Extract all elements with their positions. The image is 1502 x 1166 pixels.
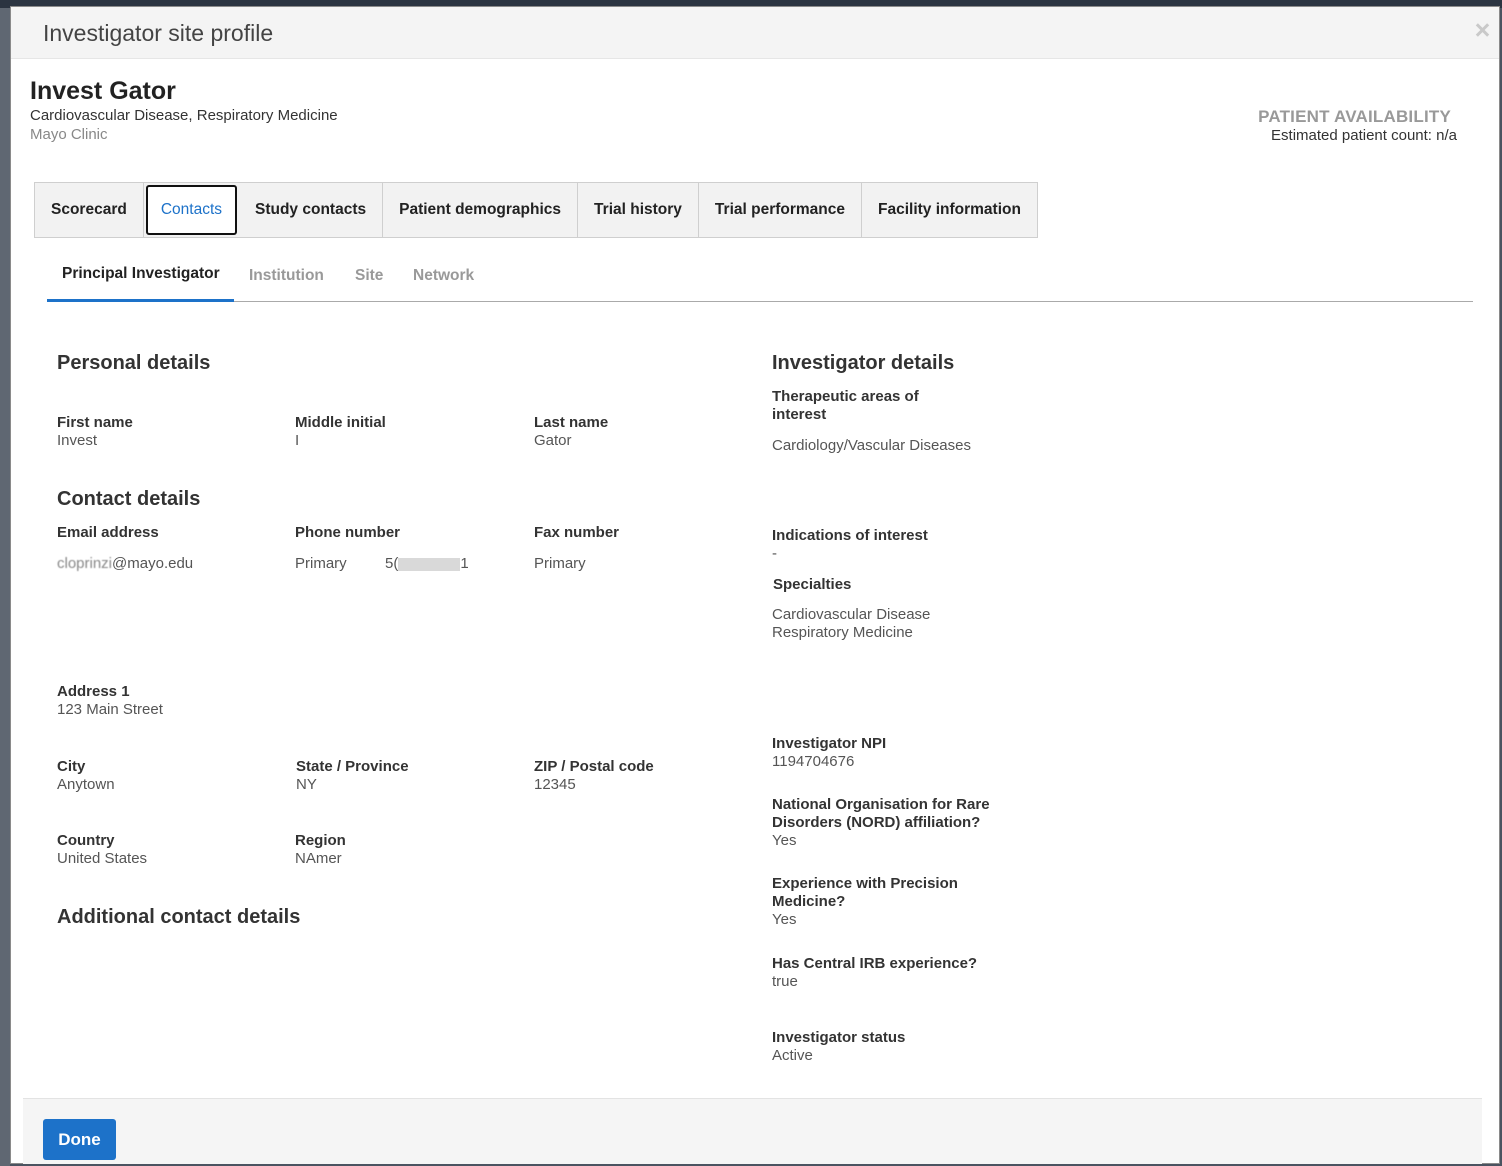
contact-details-heading: Contact details [57, 488, 201, 510]
region-label: Region [295, 832, 346, 849]
therapeutic-areas-label-line2: interest [772, 406, 827, 423]
email-value: cloprinzi@mayo.edu [57, 555, 193, 573]
therapeutic-areas-value: Cardiology/Vascular Diseases [772, 437, 971, 454]
state-value: NY [296, 776, 317, 793]
last-name-label: Last name [534, 414, 609, 431]
email-redacted-prefix: cloprinzi [57, 555, 113, 572]
precision-medicine-label-line2: Medicine? [772, 893, 846, 910]
additional-contact-details-heading: Additional contact details [57, 906, 301, 928]
contact-subtabs: Principal Investigator Institution Site … [47, 257, 1473, 302]
therapeutic-areas-label: Therapeutic areas of interest [772, 388, 919, 424]
therapeutic-areas-label-line1: Therapeutic areas of [772, 388, 919, 405]
tab-trial-performance[interactable]: Trial performance [698, 183, 862, 237]
tab-study-contacts[interactable]: Study contacts [239, 183, 384, 237]
middle-initial-value: I [295, 432, 300, 449]
subtab-principal-investigator[interactable]: Principal Investigator [62, 265, 220, 283]
investigator-status-label: Investigator status [772, 1029, 906, 1046]
investigator-status-value: Active [772, 1047, 813, 1064]
fax-label: Fax number [534, 524, 620, 541]
indications-label: Indications of interest [772, 527, 928, 544]
address1-value: 123 Main Street [57, 701, 163, 718]
tab-facility-information[interactable]: Facility information [862, 183, 1037, 237]
specialties-label: Specialties [773, 576, 852, 593]
patient-availability-count: Estimated patient count: n/a [1271, 127, 1457, 144]
first-name-value: Invest [57, 432, 98, 449]
phone-end: 1 [460, 555, 469, 572]
address1-label: Address 1 [57, 683, 130, 700]
email-domain: @mayo.edu [112, 555, 194, 572]
city-value: Anytown [57, 776, 115, 793]
profile-tabs: Scorecard Contacts Study contacts Patien… [34, 182, 1038, 238]
done-button[interactable]: Done [43, 1119, 116, 1160]
precision-medicine-value: Yes [772, 911, 797, 928]
tab-scorecard[interactable]: Scorecard [35, 183, 144, 237]
indications-value: - [772, 545, 777, 562]
phone-start: 5( [385, 555, 399, 572]
zip-label: ZIP / Postal code [534, 758, 654, 775]
specialty-1: Cardiovascular Disease [772, 606, 931, 623]
central-irb-label: Has Central IRB experience? [772, 955, 978, 972]
subtab-site[interactable]: Site [355, 267, 383, 285]
patient-availability-title: PATIENT AVAILABILITY [1258, 107, 1451, 126]
investigator-institution: Mayo Clinic [30, 126, 108, 143]
investigator-name: Invest Gator [30, 77, 176, 105]
tab-patient-demographics[interactable]: Patient demographics [383, 183, 579, 237]
country-label: Country [57, 832, 115, 849]
fax-type: Primary [534, 555, 586, 572]
state-label: State / Province [296, 758, 409, 775]
phone-type: Primary [295, 555, 347, 572]
investigator-profile-modal: Investigator site profile Invest Gator C… [10, 6, 1500, 1164]
investigator-specialties: Cardiovascular Disease, Respiratory Medi… [30, 107, 338, 124]
first-name-label: First name [57, 414, 133, 431]
modal-header: Investigator site profile [11, 7, 1499, 59]
subtab-network[interactable]: Network [413, 267, 474, 285]
phone-label: Phone number [295, 524, 401, 541]
middle-initial-label: Middle initial [295, 414, 386, 431]
nord-value: Yes [772, 832, 797, 849]
tab-trial-history[interactable]: Trial history [578, 183, 699, 237]
last-name-value: Gator [534, 432, 572, 449]
central-irb-value: true [772, 973, 798, 990]
app-backdrop [0, 8, 10, 1166]
country-value: United States [57, 850, 148, 867]
precision-medicine-label: Experience with Precision Medicine? [772, 875, 958, 911]
investigator-details-heading: Investigator details [772, 352, 955, 374]
npi-label: Investigator NPI [772, 735, 887, 752]
region-value: NAmer [295, 850, 342, 867]
precision-medicine-label-line1: Experience with Precision [772, 875, 958, 892]
city-label: City [57, 758, 86, 775]
specialty-2: Respiratory Medicine [772, 624, 913, 641]
modal-footer: Done [23, 1098, 1482, 1164]
active-subtab-indicator [47, 299, 234, 302]
nord-label-line2: Disorders (NORD) affiliation? [772, 814, 981, 831]
zip-value: 12345 [534, 776, 576, 793]
tab-contacts[interactable]: Contacts [145, 185, 237, 235]
email-label: Email address [57, 524, 159, 541]
phone-redaction [398, 557, 461, 571]
personal-details-heading: Personal details [57, 352, 211, 374]
phone-value: 5( 1 [385, 555, 469, 573]
nord-label: National Organisation for Rare Disorders… [772, 796, 990, 832]
npi-value: 1194704676 [772, 753, 855, 770]
subtab-institution[interactable]: Institution [249, 267, 324, 285]
modal-title: Investigator site profile [43, 20, 274, 46]
close-icon[interactable] [1471, 19, 1493, 41]
nord-label-line1: National Organisation for Rare [772, 796, 990, 813]
